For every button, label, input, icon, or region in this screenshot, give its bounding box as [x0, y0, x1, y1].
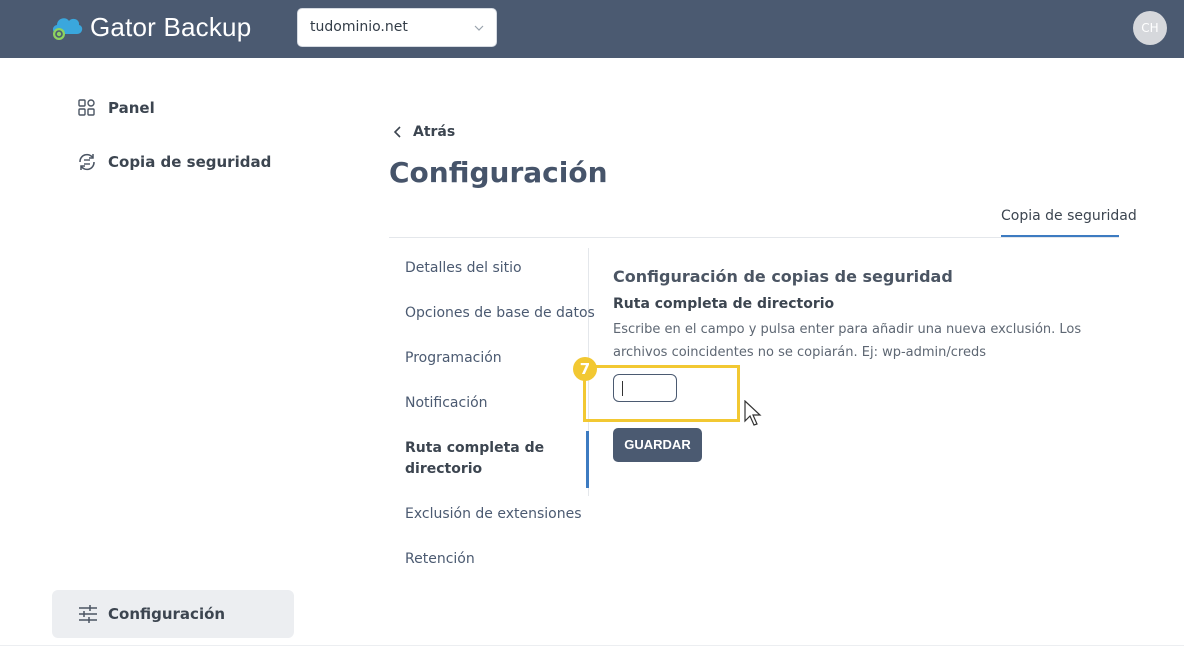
- subnav-item-ruta-directorio[interactable]: Ruta completa de directorio: [405, 438, 575, 480]
- chevron-down-icon: [474, 25, 484, 31]
- brand-name: Gator Backup: [90, 12, 252, 42]
- sidebar-item-label: Panel: [108, 99, 155, 117]
- section-title: Configuración de copias de seguridad: [613, 267, 953, 286]
- tabs-divider: [389, 237, 1119, 238]
- subnav-item-exclusion-extensiones[interactable]: Exclusión de extensiones: [405, 504, 582, 525]
- subnav-item-base-de-datos[interactable]: Opciones de base de datos: [405, 303, 595, 324]
- sidebar-item-backup[interactable]: Copia de seguridad: [76, 150, 271, 174]
- sidebar-item-panel[interactable]: Panel: [76, 96, 155, 120]
- tab-copia-de-seguridad[interactable]: Copia de seguridad: [1001, 208, 1137, 224]
- text-caret: [622, 381, 623, 396]
- top-bar: Gator Backup tudominio.net CH: [0, 0, 1184, 58]
- subnav-item-retencion[interactable]: Retención: [405, 549, 475, 570]
- back-link[interactable]: Atrás: [393, 124, 455, 140]
- back-link-label: Atrás: [413, 124, 456, 140]
- user-avatar[interactable]: CH: [1133, 11, 1167, 45]
- sidebar-item-configuracion[interactable]: Configuración: [52, 590, 294, 638]
- help-text: Escribe en el campo y pulsa enter para a…: [613, 322, 1082, 360]
- field-label: Ruta completa de directorio: [613, 296, 835, 312]
- subnav-item-detalles[interactable]: Detalles del sitio: [405, 258, 522, 279]
- gator-backup-logo-icon: [52, 18, 83, 40]
- panel-grid-icon: [78, 99, 95, 116]
- subnav-item-programacion[interactable]: Programación: [405, 348, 502, 369]
- sliders-icon: [79, 605, 97, 623]
- chevron-left-icon: [393, 126, 401, 138]
- mouse-pointer-icon: [744, 400, 762, 426]
- subnav-item-notificacion[interactable]: Notificación: [405, 393, 488, 414]
- sidebar-item-label: Copia de seguridad: [108, 153, 272, 171]
- bottom-divider: [0, 645, 1184, 646]
- sidebar-item-label: Configuración: [108, 605, 226, 623]
- subnav-active-indicator: [586, 431, 589, 488]
- step-number-badge: 7: [573, 357, 597, 381]
- domain-select[interactable]: tudominio.net: [297, 8, 497, 47]
- domain-select-value: tudominio.net: [310, 19, 408, 35]
- backup-sync-icon: [79, 153, 95, 171]
- save-button[interactable]: GUARDAR: [613, 428, 702, 462]
- page-title: Configuración: [389, 156, 608, 189]
